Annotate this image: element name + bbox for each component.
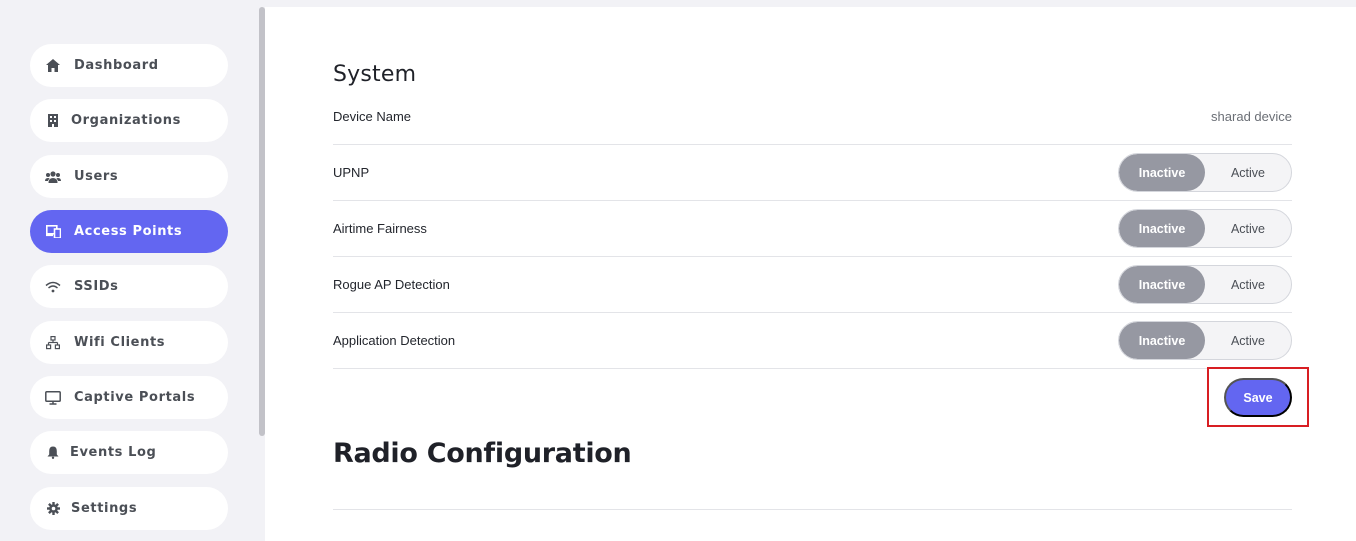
upnp-active-option[interactable]: Active [1205, 154, 1291, 191]
sidebar-item-settings[interactable]: Settings [30, 487, 228, 530]
sidebar-item-ssids[interactable]: SSIDs [30, 265, 228, 308]
airtime-fairness-label: Airtime Fairness [333, 221, 427, 236]
divider [333, 312, 1292, 313]
sidebar-item-label: Wifi Clients [74, 335, 166, 350]
sidebar-item-label: Events Log [70, 445, 157, 460]
gear-icon [44, 500, 62, 518]
wifi-icon [44, 278, 62, 296]
section-title-radio-configuration: Radio Configuration [333, 438, 632, 469]
home-icon [44, 57, 62, 75]
rogue-ap-detection-toggle[interactable]: Inactive Active [1118, 265, 1292, 304]
sidebar-item-label: Captive Portals [74, 390, 196, 405]
airtime-fairness-inactive-option[interactable]: Inactive [1119, 210, 1205, 247]
divider [333, 256, 1292, 257]
network-icon [44, 334, 62, 352]
sidebar-item-users[interactable]: Users [30, 155, 228, 198]
sidebar-item-label: Users [74, 169, 119, 184]
sidebar-item-label: Dashboard [74, 58, 159, 73]
divider [333, 144, 1292, 145]
rogue-ap-detection-inactive-option[interactable]: Inactive [1119, 266, 1205, 303]
sidebar-item-wifi-clients[interactable]: Wifi Clients [30, 321, 228, 364]
sidebar: Dashboard Organizations Users Access Poi… [0, 7, 258, 541]
save-button[interactable]: Save [1224, 378, 1292, 417]
devices-icon [44, 223, 62, 241]
airtime-fairness-active-option[interactable]: Active [1205, 210, 1291, 247]
sidebar-item-access-points[interactable]: Access Points [30, 210, 228, 253]
upnp-inactive-option[interactable]: Inactive [1119, 154, 1205, 191]
users-icon [44, 168, 62, 186]
section-title-system: System [333, 62, 417, 87]
divider [333, 200, 1292, 201]
application-detection-toggle[interactable]: Inactive Active [1118, 321, 1292, 360]
sidebar-item-captive-portals[interactable]: Captive Portals [30, 376, 228, 419]
sidebar-item-label: Organizations [71, 113, 181, 128]
application-detection-active-option[interactable]: Active [1205, 322, 1291, 359]
bell-icon [44, 444, 62, 462]
sidebar-item-dashboard[interactable]: Dashboard [30, 44, 228, 87]
sidebar-item-label: Settings [71, 501, 138, 516]
sidebar-item-label: SSIDs [74, 279, 119, 294]
device-name-label: Device Name [333, 109, 412, 124]
rogue-ap-detection-label: Rogue AP Detection [333, 277, 450, 292]
sidebar-item-label: Access Points [74, 224, 183, 239]
sidebar-item-events-log[interactable]: Events Log [30, 431, 228, 474]
divider [333, 368, 1292, 369]
divider [333, 509, 1292, 510]
airtime-fairness-toggle[interactable]: Inactive Active [1118, 209, 1292, 248]
upnp-label: UPNP [333, 165, 370, 180]
application-detection-label: Application Detection [333, 333, 456, 348]
top-bar [0, 0, 1356, 7]
device-name-value: sharad device [1211, 109, 1292, 124]
upnp-toggle[interactable]: Inactive Active [1118, 153, 1292, 192]
sidebar-item-organizations[interactable]: Organizations [30, 99, 228, 142]
building-icon [44, 112, 62, 130]
monitor-icon [44, 389, 62, 407]
rogue-ap-detection-active-option[interactable]: Active [1205, 266, 1291, 303]
application-detection-inactive-option[interactable]: Inactive [1119, 322, 1205, 359]
